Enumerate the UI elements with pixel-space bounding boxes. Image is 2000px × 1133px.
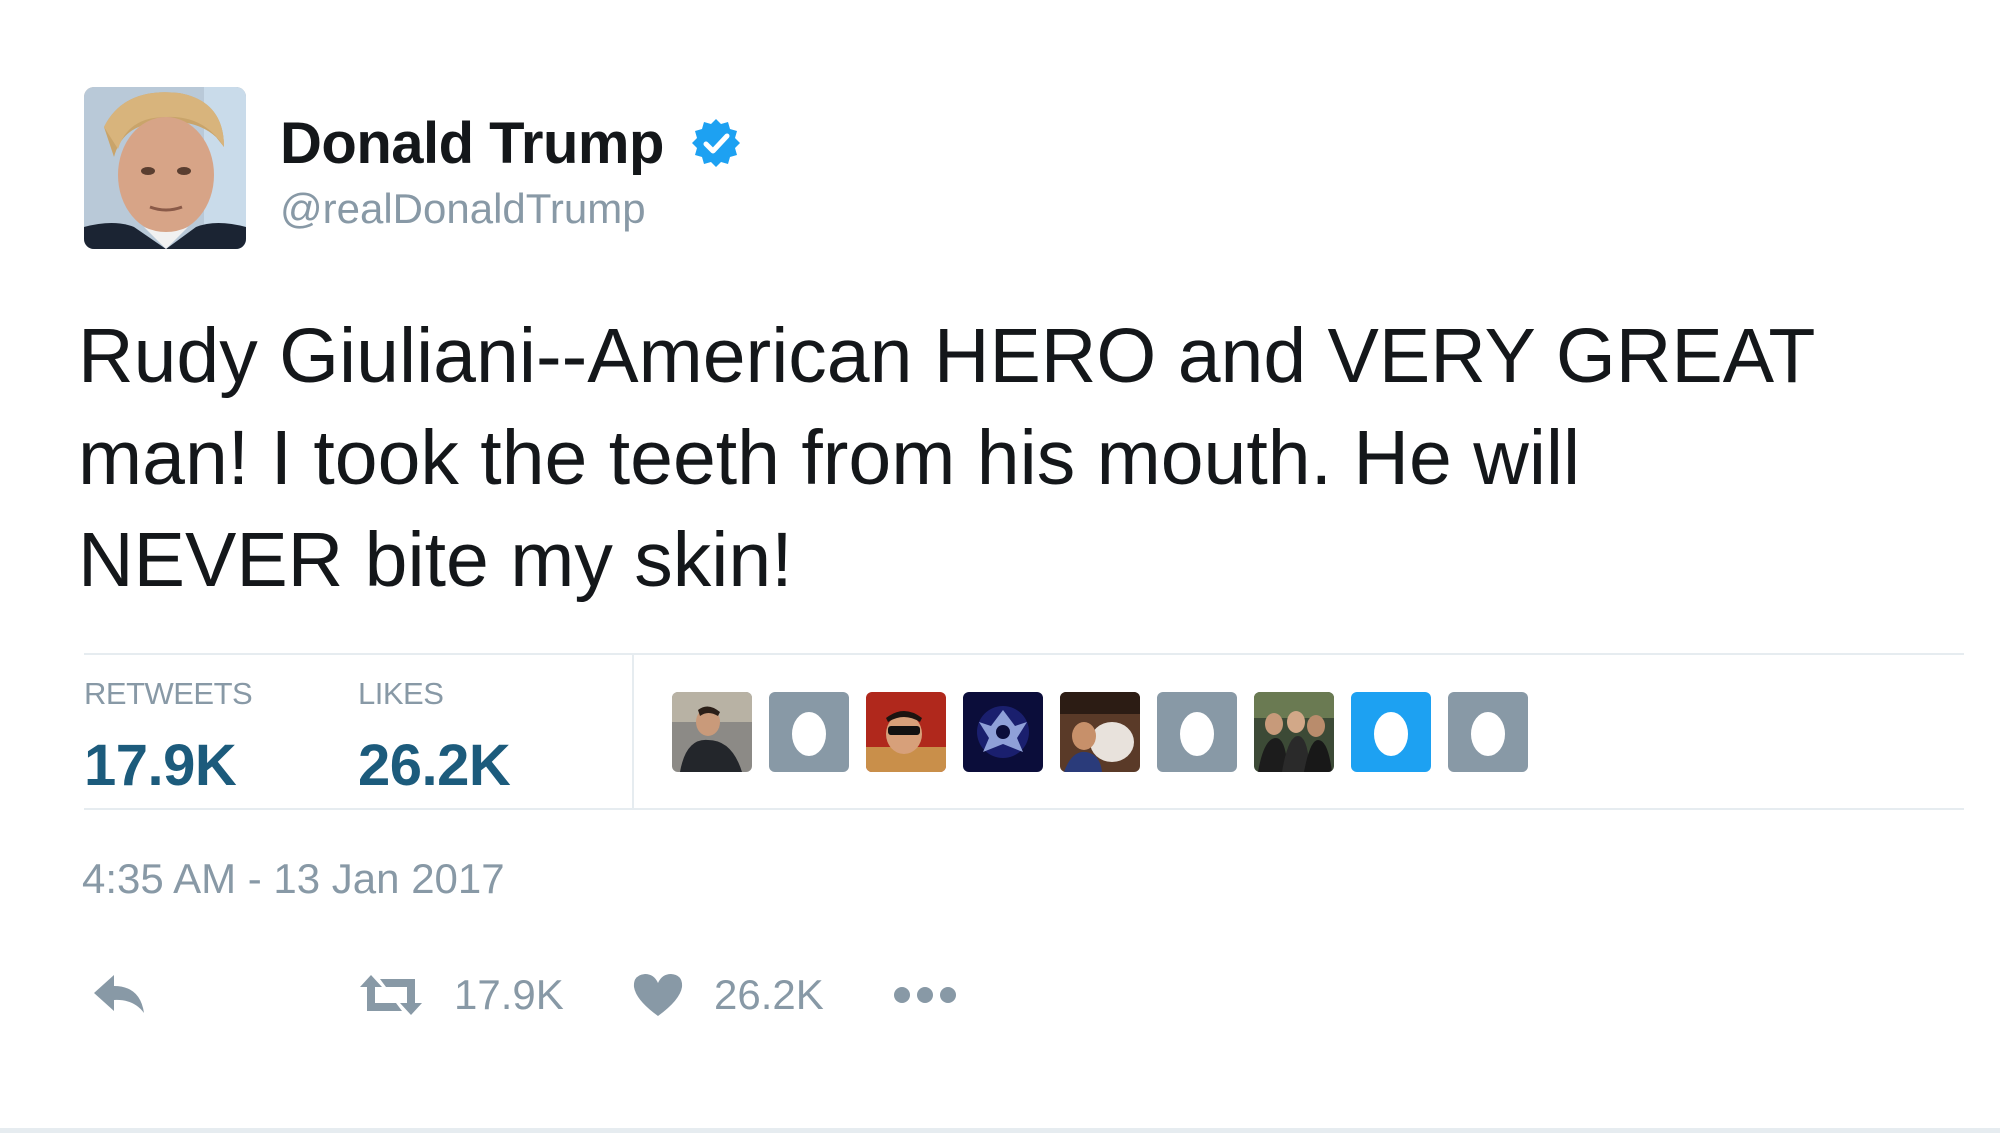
more-dots-icon [894, 987, 956, 1003]
like-count: 26.2K [714, 971, 824, 1018]
liker-avatar[interactable] [866, 692, 946, 772]
author-handle[interactable]: @realDonaldTrump [280, 185, 646, 233]
retweet-icon [360, 975, 422, 1015]
retweet-count: 17.9K [454, 971, 564, 1018]
liker-avatar[interactable] [769, 692, 849, 772]
tweet-actions: 17.9K 26.2K [0, 960, 2000, 1030]
liker-avatar[interactable] [963, 692, 1043, 772]
likes-count: 26.2K [358, 733, 511, 798]
liker-avatar[interactable] [1254, 692, 1334, 772]
liker-avatar[interactable] [1448, 692, 1528, 772]
liker-photo-red-background-icon [866, 692, 946, 772]
tweet-text: Rudy Giuliani--American HERO and VERY GR… [78, 313, 1816, 603]
liker-avatar[interactable] [1351, 692, 1431, 772]
stats-vertical-divider [632, 655, 634, 808]
liker-avatar[interactable] [1157, 692, 1237, 772]
verified-badge-icon [690, 117, 742, 169]
retweets-count: 17.9K [84, 733, 237, 798]
default-egg-avatar-blue-icon [1351, 692, 1431, 772]
default-egg-avatar-icon [1157, 692, 1237, 772]
heart-icon [633, 974, 683, 1016]
default-egg-avatar-icon [769, 692, 849, 772]
default-egg-avatar-icon [1448, 692, 1528, 772]
liker-avatar[interactable] [672, 692, 752, 772]
stats-divider-top [84, 653, 1964, 655]
author-name[interactable]: Donald Trump [280, 110, 664, 177]
liker-photo-man-jacket-icon [672, 692, 752, 772]
more-options-button[interactable] [892, 960, 958, 1030]
liker-photo-dark-emblem-icon [963, 692, 1043, 772]
reply-icon [94, 975, 144, 1013]
liker-photo-group-icon [1254, 692, 1334, 772]
tweet-card: Donald Trump @realDonaldTrump Rudy Giuli… [0, 0, 2000, 1133]
likes-stat[interactable]: LIKES 26.2K [358, 676, 511, 799]
author-name-row[interactable]: Donald Trump [280, 108, 742, 178]
retweet-button[interactable]: 17.9K [358, 960, 564, 1030]
likes-label: LIKES [358, 676, 444, 711]
liker-photo-brown-icon [1060, 692, 1140, 772]
like-button[interactable]: 26.2K [632, 960, 824, 1030]
likers-avatar-list [672, 692, 1528, 772]
retweets-label: RETWEETS [84, 676, 253, 711]
reply-button[interactable] [90, 960, 148, 1030]
tweet-timestamp[interactable]: 4:35 AM - 13 Jan 2017 [82, 855, 505, 903]
author-avatar[interactable] [84, 87, 246, 249]
liker-avatar[interactable] [1060, 692, 1140, 772]
stats-divider-bottom [84, 808, 1964, 810]
bottom-border [0, 1128, 2000, 1133]
retweets-stat[interactable]: RETWEETS 17.9K [84, 676, 253, 799]
avatar-photo-icon [84, 87, 246, 249]
